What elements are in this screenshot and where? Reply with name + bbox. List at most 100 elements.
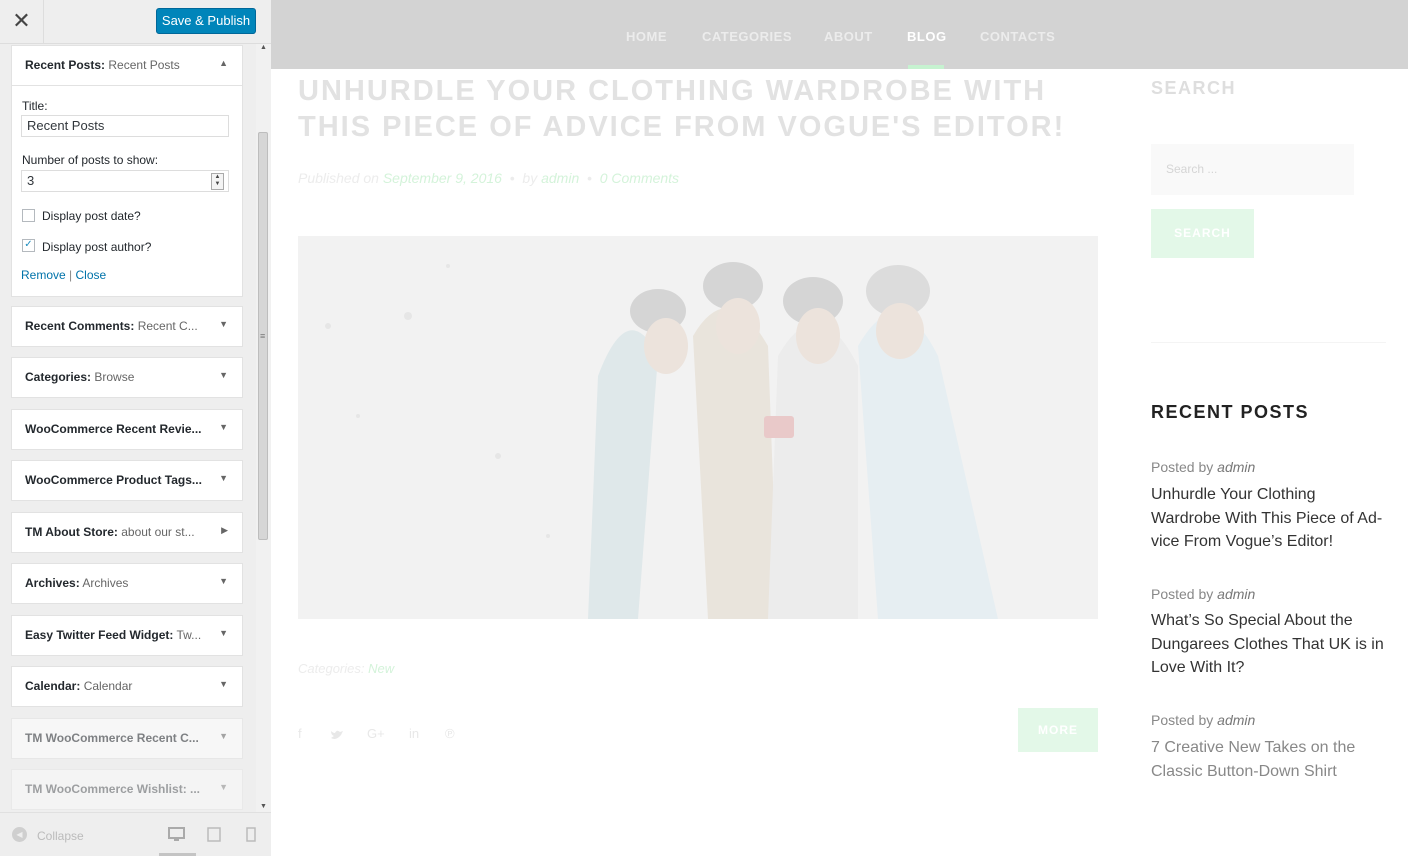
recent-post-meta: Posted by admin xyxy=(1151,586,1255,602)
scroll-down-icon[interactable]: ▼ xyxy=(260,803,267,810)
recent-post-title[interactable]: What’s So Special About the Dungarees Cl… xyxy=(1151,609,1386,680)
widget-instance-label: Recent Posts xyxy=(108,58,180,72)
posted-by-label: Posted by xyxy=(1151,586,1214,602)
widget-recent-comments[interactable]: Recent Comments: Recent C... ▼ xyxy=(11,306,243,347)
recent-post-author[interactable]: admin xyxy=(1217,712,1255,728)
posted-by-label: Posted by xyxy=(1151,459,1214,475)
customizer-footer: ◀ Collapse xyxy=(0,812,271,856)
site-preview: HOME CATEGORIES ABOUT BLOG CONTACTS UNHU… xyxy=(271,0,1408,855)
widget-list: Recent Posts: Recent Posts ▲ Title: Rece… xyxy=(0,44,256,812)
customizer-sidebar: ✕ Save & Publish Recent Posts: Recent Po… xyxy=(0,0,271,856)
customizer-header: ✕ Save & Publish xyxy=(0,0,271,44)
chevron-down-icon[interactable]: ▼ xyxy=(219,628,228,638)
twitter-icon[interactable] xyxy=(330,729,344,741)
widget-instance-label: about our st... xyxy=(121,525,195,539)
widget-instance-label: Tw... xyxy=(176,628,202,642)
widget-header[interactable]: Recent Posts: Recent Posts ▲ xyxy=(12,46,242,86)
recent-post-author[interactable]: admin xyxy=(1217,459,1255,475)
scroll-up-icon[interactable]: ▲ xyxy=(260,44,267,51)
search-button[interactable]: SEARCH xyxy=(1151,209,1254,258)
chevron-right-icon[interactable]: ▶ xyxy=(221,525,228,536)
main-navigation: HOME CATEGORIES ABOUT BLOG CONTACTS xyxy=(271,0,1408,69)
recent-posts-heading: RECENT POSTS xyxy=(1151,402,1310,422)
mobile-icon[interactable] xyxy=(246,827,256,842)
nav-contacts[interactable]: CONTACTS xyxy=(980,29,1055,44)
widget-type-label: WooCommerce Recent Revie... xyxy=(25,422,202,436)
chevron-down-icon[interactable]: ▼ xyxy=(219,422,228,432)
collapse-button[interactable]: Collapse xyxy=(37,829,84,843)
chevron-down-icon[interactable]: ▼ xyxy=(219,576,228,586)
post-comments-link[interactable]: 0 Comments xyxy=(600,170,679,186)
post-meta: Published on September 9, 2016 • by admi… xyxy=(298,170,680,186)
show-author-checkbox[interactable]: ✓ xyxy=(22,239,35,252)
chevron-down-icon[interactable]: ▼ xyxy=(219,319,228,329)
featured-photo xyxy=(298,236,1098,619)
widget-instance-label: Recent C... xyxy=(137,319,198,333)
chevron-down-icon[interactable]: ▼ xyxy=(219,731,228,741)
close-link[interactable]: Close xyxy=(76,268,107,282)
widget-type-label: Easy Twitter Feed Widget: xyxy=(25,628,174,642)
linkedin-icon[interactable]: in xyxy=(409,726,419,741)
nav-categories[interactable]: CATEGORIES xyxy=(702,29,792,44)
widget-type-label: TM WooCommerce Wishlist: ... xyxy=(25,782,201,796)
widget-tm-woocommerce-wishlist[interactable]: TM WooCommerce Wishlist: ... ▼ xyxy=(11,769,243,810)
more-button[interactable]: MORE xyxy=(1018,708,1098,752)
spinner-icon[interactable]: ▲ ▼ xyxy=(211,173,224,190)
widget-type-label: WooCommerce Product Tags... xyxy=(25,473,202,487)
pinterest-icon[interactable]: ℗ xyxy=(445,726,455,741)
post-title[interactable]: UNHURDLE YOUR CLOTHING WARDROBE WITH THI… xyxy=(298,73,1088,145)
category-link[interactable]: New xyxy=(368,661,394,676)
show-author-label: Display post author? xyxy=(42,240,152,254)
post-author-link[interactable]: admin xyxy=(541,170,579,186)
post-date-link[interactable]: September 9, 2016 xyxy=(383,170,502,186)
sidebar-scrollbar[interactable]: ▲ ≡ ▼ xyxy=(256,44,271,812)
widget-woocommerce-product-tags[interactable]: WooCommerce Product Tags... ▼ xyxy=(11,460,243,501)
chevron-down-icon[interactable]: ▼ xyxy=(219,679,228,689)
widget-type-label: Recent Posts: xyxy=(25,58,106,72)
widget-categories[interactable]: Categories: Browse ▼ xyxy=(11,357,243,398)
widget-calendar[interactable]: Calendar: Calendar ▼ xyxy=(11,666,243,707)
chevron-down-icon[interactable]: ▼ xyxy=(219,370,228,380)
collapse-icon[interactable]: ◀ xyxy=(12,827,27,842)
widget-woocommerce-recent-reviews[interactable]: WooCommerce Recent Revie... ▼ xyxy=(11,409,243,450)
nav-blog[interactable]: BLOG xyxy=(907,29,947,44)
chevron-up-icon[interactable]: ▲ xyxy=(219,58,228,68)
post-categories: Categories: New xyxy=(298,661,394,676)
chevron-down-icon[interactable]: ▼ xyxy=(219,782,228,792)
post-featured-image[interactable] xyxy=(298,236,1098,619)
recent-post-meta: Posted by admin xyxy=(1151,712,1255,728)
posted-by-label: Posted by xyxy=(1151,712,1214,728)
widget-type-label: Archives: xyxy=(25,576,80,590)
widget-recent-posts: Recent Posts: Recent Posts ▲ Title: Rece… xyxy=(11,45,243,297)
recent-post-title[interactable]: Unhurdle Your Clothing Wardrobe With Thi… xyxy=(1151,483,1386,554)
widget-type-label: TM About Store: xyxy=(25,525,118,539)
recent-post-author[interactable]: admin xyxy=(1217,586,1255,602)
widget-easy-twitter-feed[interactable]: Easy Twitter Feed Widget: Tw... ▼ xyxy=(11,615,243,656)
search-input[interactable]: Search ... xyxy=(1151,144,1354,195)
google-plus-icon[interactable]: G+ xyxy=(367,726,385,741)
scrollbar-thumb[interactable]: ≡ xyxy=(258,132,268,540)
categories-label: Categories: xyxy=(298,661,365,676)
count-input[interactable]: 3 ▲ ▼ xyxy=(21,170,229,192)
title-input[interactable]: Recent Posts xyxy=(21,115,229,137)
tablet-icon[interactable] xyxy=(207,827,221,842)
save-publish-button[interactable]: Save & Publish xyxy=(156,8,256,34)
widget-tm-about-store[interactable]: TM About Store: about our st... ▶ xyxy=(11,512,243,553)
widget-instance-label: Browse xyxy=(94,370,135,384)
widget-archives[interactable]: Archives: Archives ▼ xyxy=(11,563,243,604)
nav-about[interactable]: ABOUT xyxy=(824,29,873,44)
facebook-icon[interactable]: f xyxy=(298,726,302,741)
widget-tm-woocommerce-recent[interactable]: TM WooCommerce Recent C... ▼ xyxy=(11,718,243,759)
recent-post-title[interactable]: 7 Creative New Takes on the Classic Butt… xyxy=(1151,736,1386,783)
widget-instance-label: Archives xyxy=(82,576,129,590)
widget-instance-label: Calendar xyxy=(83,679,133,693)
action-separator: | xyxy=(69,268,73,282)
nav-home[interactable]: HOME xyxy=(626,29,667,44)
chevron-down-icon[interactable]: ▼ xyxy=(219,473,228,483)
remove-link[interactable]: Remove xyxy=(21,268,66,282)
widget-title: Recent Posts: Recent Posts xyxy=(25,58,210,72)
close-icon[interactable]: ✕ xyxy=(0,0,44,43)
show-date-checkbox[interactable] xyxy=(22,209,35,222)
search-heading: SEARCH xyxy=(1151,78,1237,98)
desktop-icon[interactable] xyxy=(168,827,185,842)
